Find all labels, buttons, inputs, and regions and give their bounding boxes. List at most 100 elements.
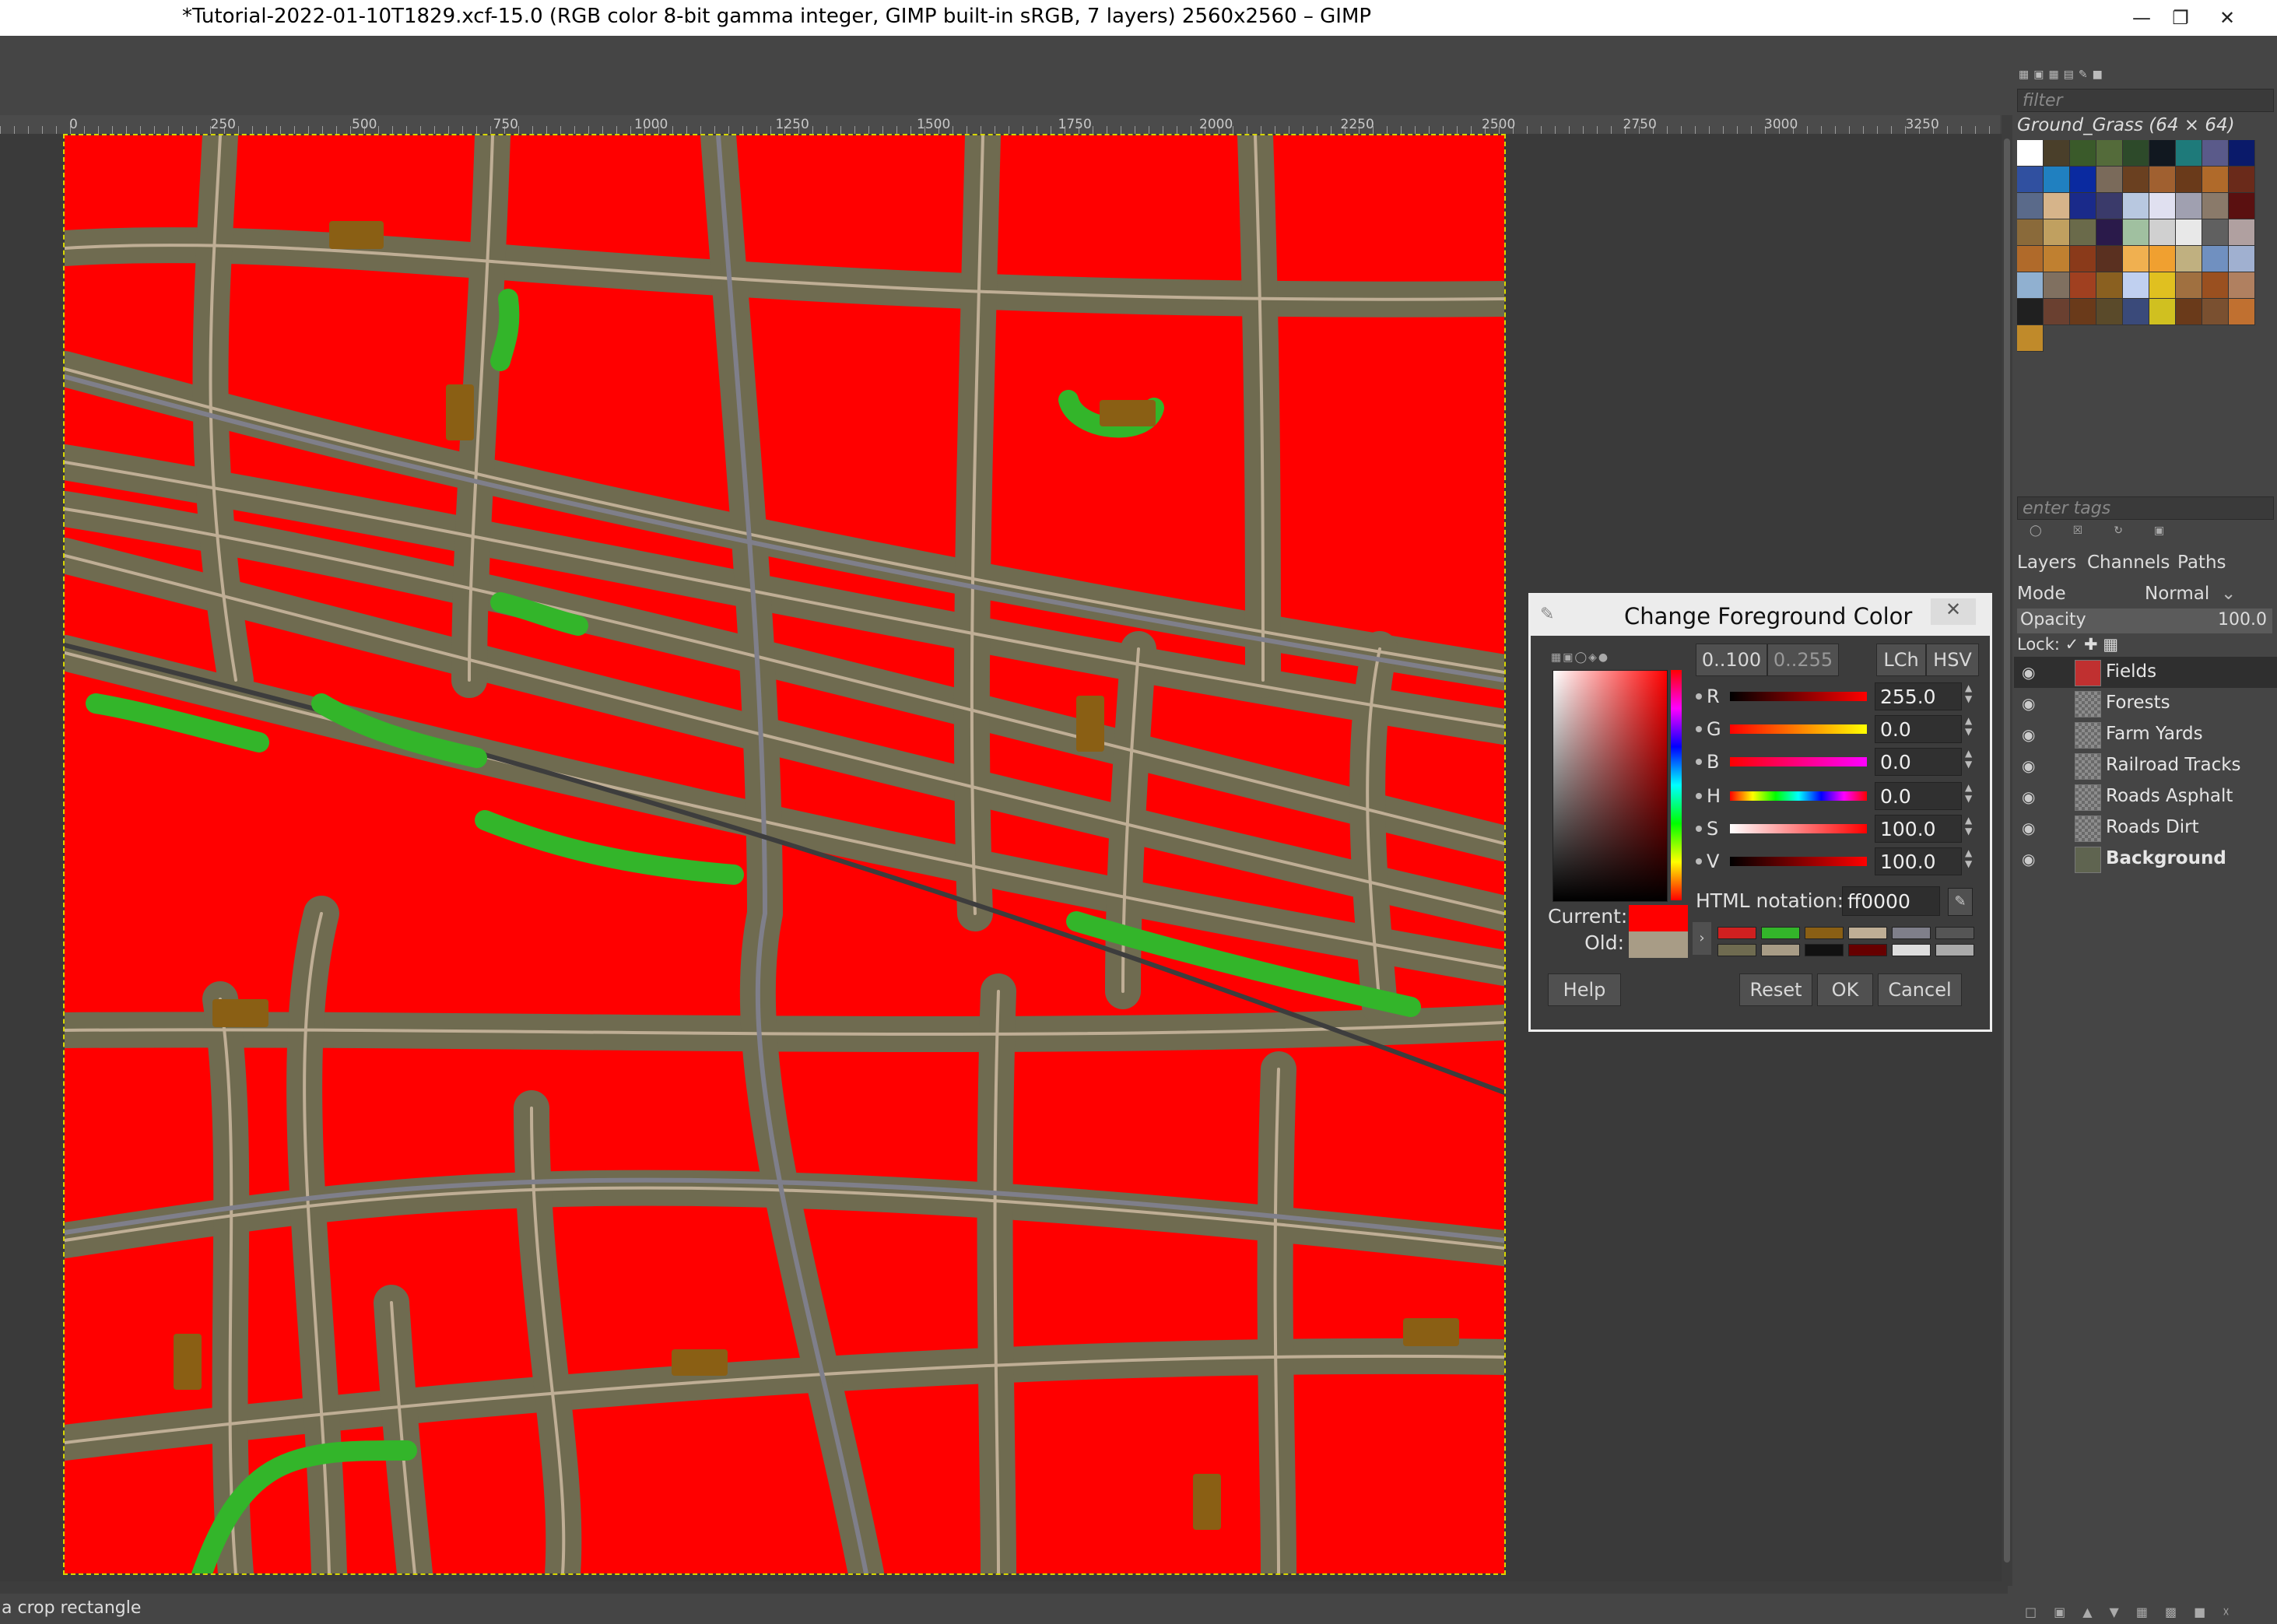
history-color-swatch[interactable] <box>1935 944 1974 956</box>
tab-channels[interactable]: Channels <box>2087 552 2170 573</box>
pattern-swatch[interactable] <box>2070 246 2096 272</box>
pattern-swatch[interactable] <box>2202 193 2229 219</box>
channel-g[interactable]: G 0.0 ▲ ▼ <box>1696 715 1984 745</box>
pattern-swatch[interactable] <box>2017 325 2044 352</box>
pattern-swatch[interactable] <box>2070 219 2096 246</box>
layer-name[interactable]: Farm Yards <box>2106 724 2203 744</box>
channel-r-value[interactable]: 255.0 <box>1875 682 1962 710</box>
pattern-swatch[interactable] <box>2070 299 2096 325</box>
channel-b-value[interactable]: 0.0 <box>1875 748 1962 776</box>
layer-actions[interactable]: □▣▲▼▦▩■☓ <box>2025 1605 2247 1619</box>
history-color-swatch[interactable] <box>1805 944 1844 956</box>
horizontal-scrollbar[interactable] <box>0 1581 2008 1594</box>
layer-name[interactable]: Roads Asphalt <box>2106 786 2233 806</box>
pattern-swatch[interactable] <box>2202 272 2229 299</box>
tab-layers[interactable]: Layers <box>2017 552 2076 573</box>
dialog-titlebar[interactable]: ✎ Change Foreground Color ✕ <box>1531 595 1990 636</box>
pattern-swatch[interactable] <box>2096 140 2123 167</box>
pattern-swatch[interactable] <box>2096 246 2123 272</box>
pattern-swatch[interactable] <box>2123 299 2149 325</box>
channel-b[interactable]: B 0.0 ▲ ▼ <box>1696 748 1984 777</box>
channel-v-value[interactable]: 100.0 <box>1875 847 1962 875</box>
layer-name[interactable]: Forests <box>2106 693 2170 713</box>
saturation-value-square[interactable] <box>1552 670 1668 902</box>
image-canvas[interactable] <box>63 134 1506 1575</box>
pattern-swatch[interactable] <box>2096 193 2123 219</box>
channel-v-spinner[interactable]: ▲ ▼ <box>1965 847 1976 875</box>
reset-button[interactable]: Reset <box>1739 973 1812 1006</box>
pattern-swatch[interactable] <box>2229 299 2255 325</box>
chevron-down-icon[interactable]: ⌄ <box>2221 584 2236 604</box>
pattern-swatch[interactable] <box>2123 193 2149 219</box>
pattern-swatch[interactable] <box>2149 246 2176 272</box>
pattern-swatch[interactable] <box>2176 219 2202 246</box>
pattern-swatch[interactable] <box>2017 193 2044 219</box>
history-color-swatch[interactable] <box>1848 927 1887 939</box>
pattern-swatch[interactable] <box>2149 167 2176 193</box>
history-color-swatch[interactable] <box>1892 944 1931 956</box>
pattern-swatch[interactable] <box>2202 167 2229 193</box>
layer-row[interactable]: ◉ Roads Dirt <box>2014 812 2277 844</box>
pattern-swatch[interactable] <box>2229 272 2255 299</box>
pattern-swatch[interactable] <box>2070 167 2096 193</box>
history-color-swatch[interactable] <box>1805 927 1844 939</box>
scrollbar-thumb[interactable] <box>2004 139 2010 1563</box>
pattern-dock-tabs[interactable]: ▦▣▦▤✎■ <box>2019 68 2107 81</box>
channel-h-slider[interactable] <box>1730 791 1867 801</box>
pattern-swatch[interactable] <box>2202 299 2229 325</box>
pattern-swatch[interactable] <box>2123 272 2149 299</box>
pattern-swatch[interactable] <box>2202 219 2229 246</box>
history-color-swatch[interactable] <box>1717 927 1756 939</box>
channel-s-value[interactable]: 100.0 <box>1875 815 1962 843</box>
pattern-swatch[interactable] <box>2229 140 2255 167</box>
pattern-actions[interactable]: ◯☒↻▣ <box>2030 524 2195 537</box>
pattern-swatch[interactable] <box>2017 140 2044 167</box>
channel-v-slider[interactable] <box>1730 857 1867 866</box>
range-0-100-button[interactable]: 0..100 <box>1696 644 1767 676</box>
history-color-swatch[interactable] <box>1848 944 1887 956</box>
layer-name[interactable]: Background <box>2106 848 2226 868</box>
history-color-swatch[interactable] <box>1935 927 1974 939</box>
channel-r[interactable]: R 255.0 ▲ ▼ <box>1696 682 1984 712</box>
pattern-swatch[interactable] <box>2229 167 2255 193</box>
pattern-swatch[interactable] <box>2017 272 2044 299</box>
lock-pixels-icon[interactable]: ✓ <box>2065 635 2079 654</box>
hue-strip[interactable] <box>1671 670 1682 900</box>
eye-icon[interactable]: ◉ <box>2022 787 2039 806</box>
channel-s-slider[interactable] <box>1730 824 1867 833</box>
lch-button[interactable]: LCh <box>1876 644 1926 676</box>
pattern-swatch[interactable] <box>2176 193 2202 219</box>
pattern-swatch[interactable] <box>2070 272 2096 299</box>
channel-b-spinner[interactable]: ▲ ▼ <box>1965 748 1976 776</box>
pattern-swatch[interactable] <box>2044 299 2070 325</box>
channel-h-value[interactable]: 0.0 <box>1875 782 1962 810</box>
channel-r-radio[interactable] <box>1696 693 1702 700</box>
channel-g-radio[interactable] <box>1696 726 1702 732</box>
pattern-swatch[interactable] <box>2044 246 2070 272</box>
history-expand-icon[interactable]: › <box>1693 922 1711 955</box>
layer-row[interactable]: ◉ Railroad Tracks <box>2014 750 2277 781</box>
channel-s-radio[interactable] <box>1696 826 1702 832</box>
history-color-swatch[interactable] <box>1892 927 1931 939</box>
layer-row[interactable]: ◉ Farm Yards <box>2014 719 2277 750</box>
channel-b-slider[interactable] <box>1730 757 1867 766</box>
channel-h-spinner[interactable]: ▲ ▼ <box>1965 782 1976 810</box>
eye-icon[interactable]: ◉ <box>2022 756 2039 775</box>
pattern-swatch[interactable] <box>2176 272 2202 299</box>
pattern-swatch[interactable] <box>2017 246 2044 272</box>
pattern-swatch[interactable] <box>2017 299 2044 325</box>
opacity-value[interactable]: 100.0 <box>2218 610 2267 630</box>
lock-alpha-icon[interactable]: ▦ <box>2103 635 2118 654</box>
pattern-filter-input[interactable]: filter <box>2017 89 2274 112</box>
eye-icon[interactable]: ◉ <box>2022 819 2039 837</box>
pattern-swatch[interactable] <box>2123 167 2149 193</box>
pattern-swatch[interactable] <box>2096 299 2123 325</box>
pattern-swatch[interactable] <box>2149 272 2176 299</box>
mode-select[interactable]: Normal <box>2145 584 2209 604</box>
pattern-swatch[interactable] <box>2096 167 2123 193</box>
pattern-swatch[interactable] <box>2149 193 2176 219</box>
pattern-swatch[interactable] <box>2017 167 2044 193</box>
channel-v-radio[interactable] <box>1696 858 1702 865</box>
history-color-swatch[interactable] <box>1717 944 1756 956</box>
channel-h-radio[interactable] <box>1696 793 1702 799</box>
